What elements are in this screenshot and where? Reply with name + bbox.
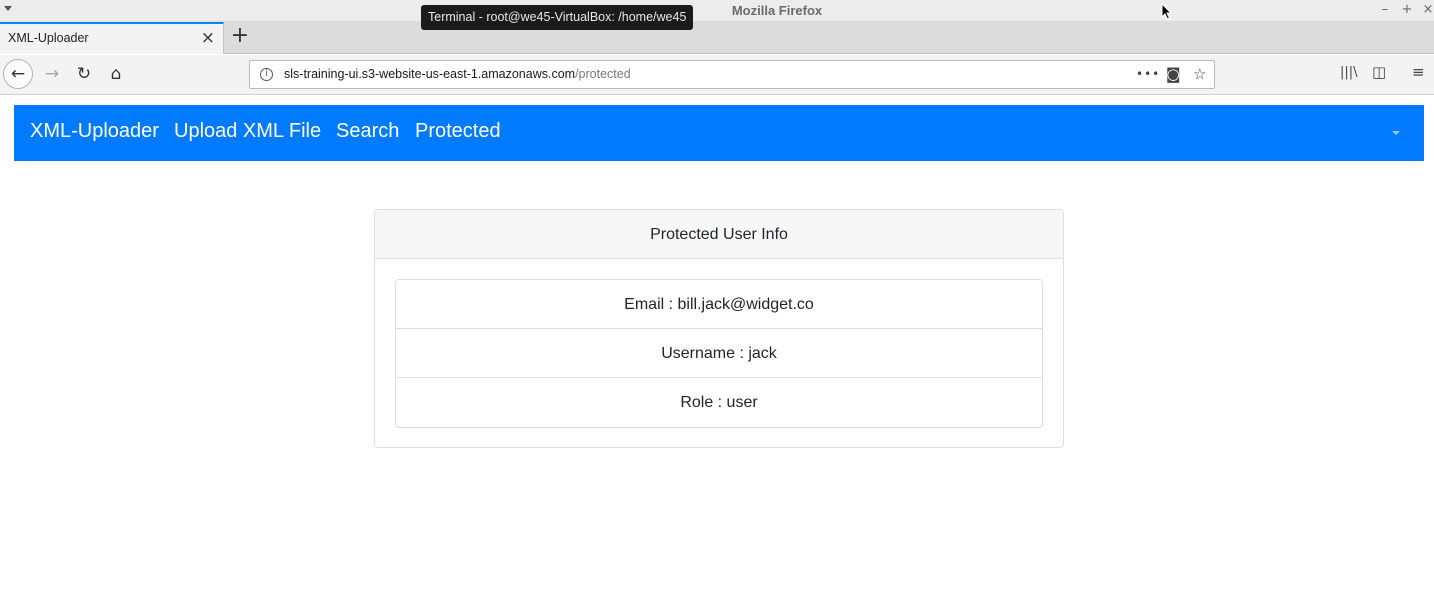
tab-title: XML-Uploader [8,31,89,45]
nav-link-protected[interactable]: Protected [415,120,501,143]
bookmark-star-icon[interactable]: ☆ [1193,65,1206,83]
new-tab-button[interactable]: + [229,24,251,48]
url-bar[interactable]: i sls-training-ui.s3-website-us-east-1.a… [249,60,1215,89]
nav-link-search[interactable]: Search [336,120,399,143]
back-button[interactable]: ← [3,59,33,89]
pocket-icon[interactable]: ◙ [1166,65,1181,83]
nav-link-upload[interactable]: Upload XML File [174,120,321,143]
user-info-list: Email : bill.jack@widget.co Username : j… [395,279,1043,428]
url-host: sls-training-ui.s3-website-us-east-1.ama… [284,67,576,81]
close-window-button[interactable]: × [1421,2,1434,18]
navbar-brand[interactable]: XML-Uploader [30,120,159,143]
card-header: Protected User Info [375,210,1063,259]
home-button[interactable]: ⌂ [101,59,131,89]
forward-button[interactable]: → [37,59,67,89]
tab-close-icon[interactable]: × [201,28,215,48]
role-item: Role : user [680,394,758,411]
page-content: XML-Uploader Upload XML File Search Prot… [0,96,1434,608]
tab-strip: XML-Uploader × [0,22,1434,54]
window-title: Mozilla Firefox [731,3,823,18]
url-path: /protected [575,67,631,81]
page-actions-icon[interactable]: ••• [1136,67,1160,81]
minimize-button[interactable]: – [1378,2,1392,18]
protected-info-card: Protected User Info Email : bill.jack@wi… [374,209,1064,448]
library-icon[interactable]: |||\ [1340,65,1358,80]
sidebar-icon[interactable]: ◫ [1372,63,1386,81]
hamburger-menu-icon[interactable]: ≡ [1412,63,1425,81]
browser-toolbar: ← → ↻ ⌂ i sls-training-ui.s3-website-us-… [0,55,1434,95]
app-navbar: XML-Uploader Upload XML File Search Prot… [14,105,1424,161]
window-titlebar: Mozilla Firefox – + × [0,0,1434,22]
email-item: Email : bill.jack@widget.co [396,280,1042,329]
navbar-dropdown-caret-icon[interactable] [1392,131,1400,135]
tab-xml-uploader[interactable]: XML-Uploader × [0,22,224,54]
reload-button[interactable]: ↻ [69,59,99,89]
url-text[interactable]: sls-training-ui.s3-website-us-east-1.ama… [284,67,631,81]
username-item: Username : jack [396,329,1042,378]
mouse-cursor-icon [1161,3,1173,20]
site-info-icon[interactable]: i [260,68,273,81]
taskbar-tooltip: Terminal - root@we45-VirtualBox: /home/w… [421,5,694,30]
maximize-button[interactable]: + [1400,2,1414,18]
